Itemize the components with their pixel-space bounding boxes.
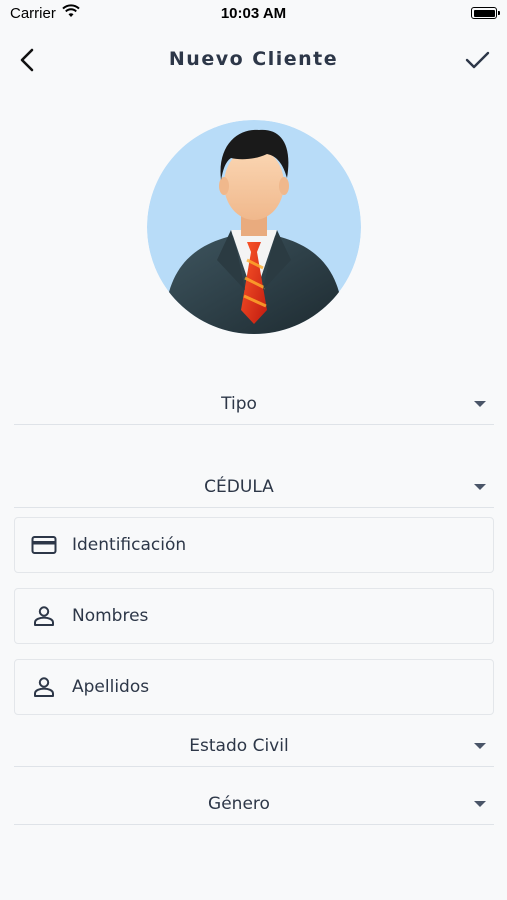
clock-time: 10:03 AM [220, 5, 287, 22]
caret-down-icon [474, 484, 486, 490]
battery-icon [471, 7, 500, 19]
nombres-placeholder: Nombres [72, 606, 149, 626]
tipo-dropdown[interactable]: Tipo [14, 384, 494, 425]
status-bar: Carrier 10:03 AM [0, 0, 507, 30]
page-title: Nuevo Cliente [168, 48, 339, 70]
estado-civil-dropdown[interactable]: Estado Civil [14, 726, 494, 767]
checkmark-icon [465, 51, 490, 69]
apellidos-placeholder: Apellidos [72, 677, 150, 697]
save-button[interactable] [461, 46, 493, 74]
document-type-dropdown-label: CÉDULA [204, 477, 274, 497]
estado-civil-dropdown-label: Estado Civil [189, 736, 289, 756]
person-icon [34, 606, 54, 626]
caret-down-icon [474, 801, 486, 807]
genero-dropdown[interactable]: Género [14, 784, 494, 825]
credit-card-icon [31, 536, 57, 554]
apellidos-field[interactable]: Apellidos [14, 659, 494, 715]
document-type-dropdown[interactable]: CÉDULA [14, 467, 494, 508]
back-button[interactable] [12, 46, 44, 74]
caret-down-icon [474, 401, 486, 407]
avatar[interactable] [147, 120, 361, 334]
genero-dropdown-label: Género [208, 794, 270, 814]
identificacion-field[interactable]: Identificación [14, 517, 494, 573]
person-icon [34, 677, 54, 697]
chevron-left-icon [20, 48, 34, 72]
businessman-avatar-icon [147, 120, 361, 334]
nombres-field[interactable]: Nombres [14, 588, 494, 644]
identificacion-placeholder: Identificación [72, 535, 187, 555]
tipo-dropdown-label: Tipo [221, 394, 257, 414]
caret-down-icon [474, 743, 486, 749]
nav-bar: Nuevo Cliente [0, 38, 507, 82]
